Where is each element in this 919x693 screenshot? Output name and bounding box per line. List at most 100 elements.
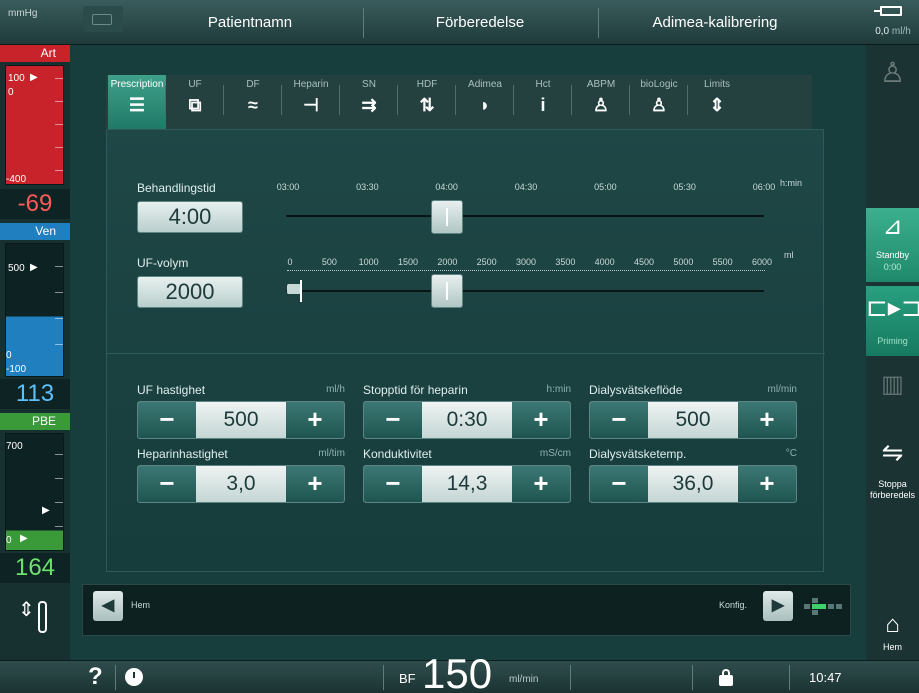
tab-hdf[interactable]: HDF ⇅ <box>398 75 456 129</box>
standby-button[interactable]: ⊿ Standby 0:00 <box>866 208 919 282</box>
help-button[interactable]: ? <box>88 663 103 691</box>
stop-preparation-icon: ⇋ <box>881 437 904 467</box>
art-label: Art <box>0 45 70 62</box>
back-label: Hem <box>131 600 151 610</box>
increment-button[interactable]: + <box>512 402 570 438</box>
dialysvätskeflöde-value[interactable]: 500 <box>648 402 738 438</box>
scale-tick-label: 4000 <box>594 257 615 267</box>
decrement-button[interactable]: − <box>590 402 648 438</box>
tab-adimea-calibration[interactable]: Adimea-kalibrering <box>600 0 830 45</box>
clock-button[interactable] <box>125 668 143 686</box>
scale-tick-label: 6000 <box>751 257 773 267</box>
uf-volume-unit: ml <box>784 250 794 260</box>
dialysvätskeflöde-unit: ml/min <box>767 384 797 395</box>
navigation-bar: ◀ Hem Konfig. ▶ <box>82 584 851 636</box>
tab-uf[interactable]: UF ⧉ <box>166 75 224 129</box>
increment-button[interactable]: + <box>512 466 570 502</box>
stopptid-för-heparin-unit: h:min <box>546 384 571 395</box>
bf-label: BF <box>399 671 416 686</box>
home-icon: ⌂ <box>885 611 900 638</box>
single-needle-icon: ⇉ <box>361 95 377 115</box>
scale-tick-label: 1000 <box>358 257 379 267</box>
lock-button[interactable] <box>718 668 736 686</box>
priming-label: Priming <box>877 336 908 346</box>
pbe-top-limit: 700 <box>6 441 23 452</box>
patient-card-button[interactable] <box>83 6 123 32</box>
decrement-button[interactable]: − <box>364 466 422 502</box>
tab-label: Prescription <box>110 79 164 90</box>
tab-preparation[interactable]: Förberedelse <box>365 0 595 45</box>
increment-button[interactable]: + <box>738 466 796 502</box>
tab-limits[interactable]: Limits ⇕ <box>688 75 746 129</box>
tab-label: Adimea <box>468 79 502 90</box>
scale-tick-label: 4500 <box>633 257 655 267</box>
decrement-button[interactable]: − <box>138 466 196 502</box>
konduktivitet-value[interactable]: 14,3 <box>422 466 512 502</box>
art-bottom-limit: -400 <box>6 174 27 185</box>
back-home-button[interactable]: ◀ <box>93 591 123 621</box>
uf-hastighet-label: UF hastighet <box>137 383 206 397</box>
increment-button[interactable]: + <box>286 402 344 438</box>
adimea-icon: ◗ <box>479 95 491 115</box>
konduktivitet-unit: mS/cm <box>539 448 571 459</box>
scale-tick-label: 2000 <box>437 257 458 267</box>
disabled-function-button[interactable]: ▥ <box>866 363 919 433</box>
ven-top-limit: 500 <box>8 263 25 274</box>
tab-biologic[interactable]: bioLogic ♙ <box>630 75 688 129</box>
heparinhastighet-stepper: −3,0 + <box>137 465 345 503</box>
priming-button[interactable]: ⊏▸⊐ Priming <box>866 286 919 356</box>
bf-value[interactable]: 150 <box>422 650 492 693</box>
dialysis-screen: mmHg Patientnamn Förberedelse Adimea-kal… <box>0 0 919 693</box>
tab-patient-name[interactable]: Patientnamn <box>140 0 360 45</box>
ven-label: Ven <box>0 223 70 240</box>
hct-icon: i <box>540 95 546 115</box>
standby-time: 0:00 <box>883 262 902 272</box>
tab-adimea[interactable]: Adimea ◗ <box>456 75 514 129</box>
priming-icon: ⊏▸⊐ <box>866 292 919 322</box>
tab-abpm[interactable]: ABPM ♙ <box>572 75 630 129</box>
pressure-column: Art 100 ▶ 0 -400 -69 Ven 500 ▶ 0 -100 11… <box>0 45 70 660</box>
scale-tick-label: 04:00 <box>435 182 458 192</box>
dialysvätsketemp--unit: °C <box>785 448 797 459</box>
increment-button[interactable]: + <box>738 402 796 438</box>
treatment-time-value[interactable]: 4:00 <box>137 201 243 233</box>
card-icon <box>92 14 112 25</box>
clock-icon <box>133 672 135 678</box>
level-adjust-icon[interactable]: ⇕ <box>18 597 52 641</box>
treatment-time-slider[interactable] <box>430 200 463 234</box>
home-label: Hem <box>882 642 902 652</box>
decrement-button[interactable]: − <box>138 402 196 438</box>
decrement-button[interactable]: − <box>364 402 422 438</box>
uf-volume-value[interactable]: 2000 <box>137 276 243 308</box>
home-button[interactable]: ⌂ Hem <box>866 591 919 657</box>
tab-label: bioLogic <box>640 79 678 90</box>
tab-hct[interactable]: Hct i <box>514 75 572 129</box>
bag-icon: ▥ <box>881 371 904 398</box>
dialysvätsketemp--label: Dialysvätsketemp. <box>589 447 687 461</box>
tab-sn[interactable]: SN ⇉ <box>340 75 398 129</box>
scale-tick-label: 06:00 <box>752 182 776 192</box>
heparin-rate-indicator[interactable]: 0,0 ml/h <box>868 2 918 42</box>
limits-icon: ⇕ <box>709 95 725 115</box>
increment-button[interactable]: + <box>286 466 344 502</box>
uf-volume-slider[interactable] <box>431 274 464 308</box>
heparinhastighet-value[interactable]: 3,0 <box>196 466 286 502</box>
treatment-time-label: Behandlingstid <box>137 181 216 195</box>
konduktivitet-label: Konduktivitet <box>363 447 432 461</box>
config-next-button[interactable]: ▶ <box>763 591 793 621</box>
patient-connect-button[interactable]: ♙ <box>866 53 919 135</box>
page-indicator-icon <box>804 598 844 615</box>
tab-prescription[interactable]: Prescription ☰ <box>108 75 166 129</box>
prescription-icon: ☰ <box>128 95 146 115</box>
top-bar: mmHg Patientnamn Förberedelse Adimea-kal… <box>0 0 919 45</box>
tab-heparin[interactable]: Heparin ⊣ <box>282 75 340 129</box>
standby-label: Standby <box>875 250 910 260</box>
stop-preparation-button[interactable]: ⇋ Stoppa förberedels <box>866 437 919 523</box>
uf-hastighet-value[interactable]: 500 <box>196 402 286 438</box>
scale-tick-label: 500 <box>321 257 337 267</box>
dialysvätsketemp--value[interactable]: 36,0 <box>648 466 738 502</box>
decrement-button[interactable]: − <box>590 466 648 502</box>
heparin-rate-value: 0,0 <box>875 26 890 37</box>
tab-df[interactable]: DF ≈ <box>224 75 282 129</box>
stopptid-för-heparin-value[interactable]: 0:30 <box>422 402 512 438</box>
